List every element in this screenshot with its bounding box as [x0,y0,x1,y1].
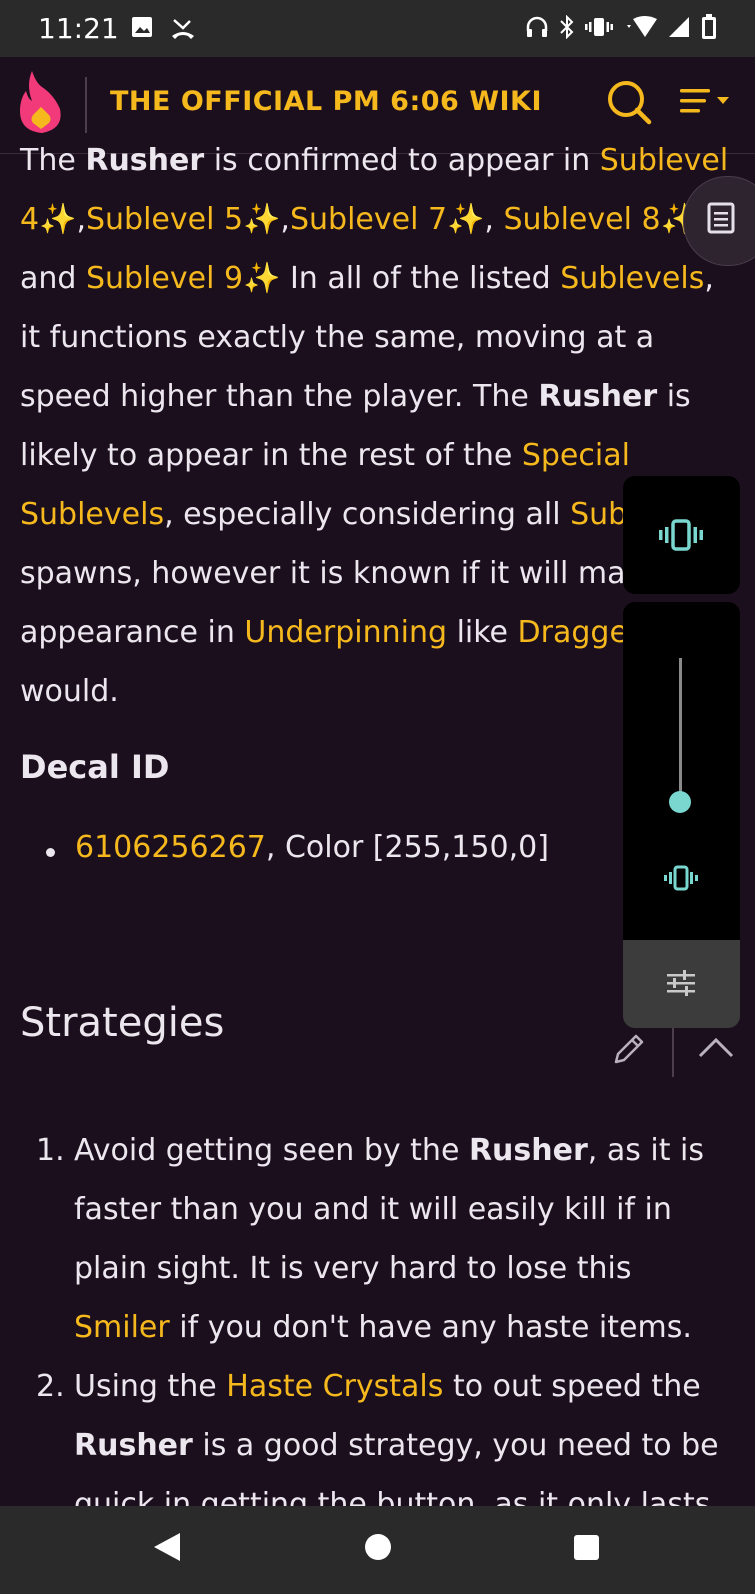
link-sublevel-9[interactable]: Sublevel 9✨ [86,261,280,296]
text: In all of the listed [280,261,561,296]
text: spawns, however it is known if it will m… [20,556,626,591]
text: would. [20,674,119,709]
decal-id-link[interactable]: 6106256267 [75,830,266,865]
bold-text: Rusher [538,379,658,414]
link-underpinning[interactable]: Underpinning [244,615,447,650]
text: The [20,143,86,178]
link-smiler[interactable]: Smiler [74,1310,170,1345]
bold-text: Rusher [468,1133,588,1168]
home-icon[interactable] [365,1534,391,1560]
vibrate-mode-icon [659,518,703,556]
vibrate-icon [585,15,613,43]
bullet [46,848,55,857]
image-icon [131,16,153,42]
sound-settings-button[interactable] [623,940,740,1028]
battery-icon [701,14,717,44]
text: Avoid getting seen by the [74,1133,469,1168]
text: is confirmed to appear in [204,143,600,178]
link-sublevel-8[interactable]: Sublevel 8✨ [503,202,697,237]
wifi-icon [623,15,657,43]
text: Using the [74,1369,227,1404]
volume-slider-panel [623,602,740,940]
bold-text: Rusher [85,143,205,178]
missed-call-icon [170,16,196,44]
text: appearance in [20,615,245,650]
strategies-heading: Strategies [20,1000,225,1046]
decal-id-heading: Decal ID [20,748,170,786]
wiki-logo-icon[interactable] [16,69,66,139]
status-time: 11:21 [38,12,119,45]
site-title[interactable]: THE OFFICIAL PM 6:06 WIKI [110,86,542,117]
list-number: 1. [36,1133,65,1168]
link-sublevel-7[interactable]: Sublevel 7✨ [290,202,484,237]
menu-icon[interactable] [680,83,736,123]
ringer-mode-button[interactable] [623,476,740,594]
decal-color-text: , Color [255,150,0] [265,830,549,865]
text: like [447,615,518,650]
signal-icon [667,15,691,43]
link-sub[interactable]: Sub [570,497,627,532]
decal-item: 6106256267, Color [255,150,0] [75,830,549,865]
bluetooth-icon [559,14,575,43]
headphones-icon [525,15,549,43]
list-number: 2. [36,1369,65,1404]
recents-icon[interactable] [574,1535,599,1560]
strategies-list: 1. Avoid getting seen by the Rusher, as i… [36,1121,736,1534]
status-bar: 11:21 [0,0,755,57]
chevron-up-icon[interactable] [697,1036,735,1064]
link-sublevel-5[interactable]: Sublevel 5✨ [86,202,280,237]
vibrate-icon [664,864,698,896]
back-icon[interactable] [152,1531,182,1567]
equalizer-settings-icon [667,970,695,1000]
link-sublevels[interactable]: Sublevels [560,261,704,296]
link-haste-crystals[interactable]: Haste Crystals [226,1369,443,1404]
text: , [484,202,504,237]
text: if you don't have any haste items. [169,1310,692,1345]
volume-slider-track[interactable] [679,658,682,802]
header-divider [85,77,87,133]
edit-icon[interactable] [612,1030,648,1070]
volume-slider-knob[interactable] [669,791,691,813]
navigation-bar [0,1506,755,1594]
text: , especially considering all [164,497,571,532]
link-dragger[interactable]: Dragge [518,615,628,650]
text: and [20,261,86,296]
bold-text: Rusher [74,1428,193,1463]
text: to out speed the [443,1369,701,1404]
toc-icon [706,201,738,239]
search-icon[interactable] [606,79,652,129]
text: , [280,202,290,237]
list-item: 1. Avoid getting seen by the Rusher, as i… [36,1121,736,1357]
section-divider [672,1027,674,1077]
text: , [76,202,86,237]
